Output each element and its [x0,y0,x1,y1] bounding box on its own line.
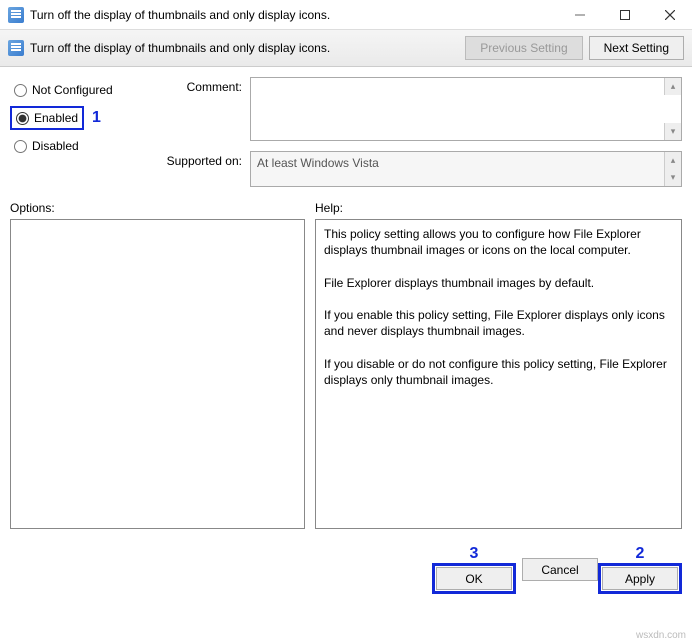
policy-icon [8,7,24,23]
scroll-down-icon[interactable]: ▾ [664,169,681,186]
next-setting-button[interactable]: Next Setting [589,36,684,60]
annotation-marker-1: 1 [92,109,101,127]
cancel-button[interactable]: Cancel [522,558,598,581]
annotation-marker-3: 3 [470,545,479,563]
scroll-up-icon[interactable]: ▴ [664,152,681,169]
supported-on-label: Supported on: [160,151,250,168]
radio-disabled[interactable]: Disabled [10,136,160,156]
radio-label: Enabled [34,111,78,125]
scroll-up-icon[interactable]: ▴ [664,78,681,95]
toolbar: Turn off the display of thumbnails and o… [0,30,692,67]
close-button[interactable] [647,0,692,30]
minimize-button[interactable] [557,0,602,30]
state-radio-group: Not Configured Enabled 1 Disabled [10,77,160,187]
radio-not-configured-input[interactable] [14,84,27,97]
dialog-footer: 3 OK Cancel 2 Apply [0,539,692,604]
annotation-marker-2: 2 [636,545,645,563]
policy-icon [8,40,24,56]
radio-disabled-input[interactable] [14,140,27,153]
maximize-button[interactable] [602,0,647,30]
help-label: Help: [315,201,343,215]
options-pane [10,219,305,529]
apply-button[interactable]: Apply [602,567,678,590]
window-title: Turn off the display of thumbnails and o… [30,8,557,22]
toolbar-title: Turn off the display of thumbnails and o… [30,41,459,55]
radio-not-configured[interactable]: Not Configured [10,80,160,100]
supported-on-value: At least Windows Vista [257,156,379,170]
radio-enabled-input[interactable] [16,112,29,125]
comment-label: Comment: [160,77,250,94]
title-bar: Turn off the display of thumbnails and o… [0,0,692,30]
radio-enabled[interactable]: Enabled [10,106,84,130]
supported-on-field: At least Windows Vista ▴ ▾ [250,151,682,187]
help-pane: This policy setting allows you to config… [315,219,682,529]
scroll-down-icon[interactable]: ▾ [664,123,681,140]
ok-button[interactable]: OK [436,567,512,590]
previous-setting-button: Previous Setting [465,36,582,60]
radio-label: Disabled [32,139,79,153]
watermark: wsxdn.com [636,630,686,641]
comment-field[interactable]: ▴ ▾ [250,77,682,141]
radio-label: Not Configured [32,83,113,97]
options-label: Options: [10,201,305,215]
